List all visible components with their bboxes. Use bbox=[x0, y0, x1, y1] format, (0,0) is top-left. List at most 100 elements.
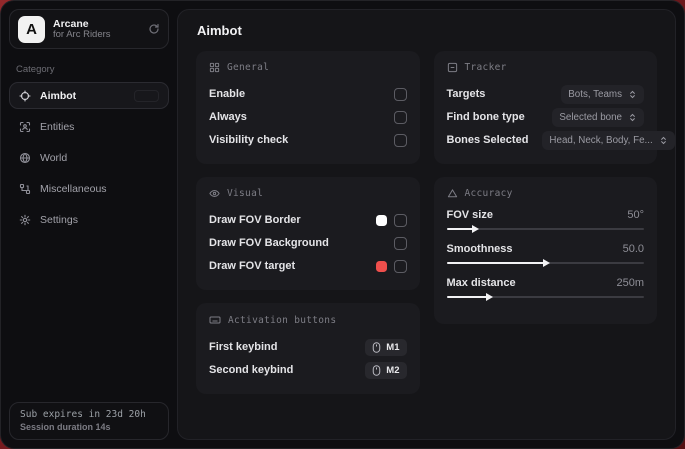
setting-row-always: Always bbox=[209, 106, 407, 128]
main-panel: Aimbot General bbox=[177, 9, 676, 440]
general-card: General Enable Always bbox=[196, 51, 420, 164]
slider-fill bbox=[447, 262, 546, 264]
max-distance-setting: Max distance 250m bbox=[447, 277, 645, 298]
setting-label: Smoothness bbox=[447, 243, 513, 255]
sidebar-item-aimbot[interactable]: Aimbot bbox=[9, 82, 169, 109]
setting-label: Always bbox=[209, 111, 247, 123]
fov-size-slider[interactable] bbox=[447, 228, 645, 230]
card-title: General bbox=[227, 62, 269, 73]
visibility-check-checkbox[interactable] bbox=[394, 134, 407, 147]
card-title: Tracker bbox=[465, 62, 507, 73]
setting-row-second-keybind: Second keybind M2 bbox=[209, 359, 407, 381]
setting-row-draw-fov-border: Draw FOV Border bbox=[209, 209, 407, 231]
sidebar-item-label: Aimbot bbox=[40, 90, 76, 102]
activation-buttons-card: Activation buttons First keybind bbox=[196, 303, 420, 394]
second-keybind-button[interactable]: M2 bbox=[365, 362, 406, 379]
mouse-icon bbox=[372, 342, 381, 353]
triangle-icon bbox=[447, 188, 458, 199]
page-title: Aimbot bbox=[197, 23, 657, 38]
always-checkbox[interactable] bbox=[394, 111, 407, 124]
setting-row-first-keybind: First keybind M1 bbox=[209, 336, 407, 358]
globe-icon bbox=[19, 152, 31, 164]
smoothness-setting: Smoothness 50.0 bbox=[447, 243, 645, 264]
session-duration-text: Session duration 14s bbox=[20, 422, 158, 432]
eye-icon bbox=[209, 188, 220, 199]
card-title: Accuracy bbox=[465, 188, 513, 199]
tracker-card: Tracker Targets Bots, Teams bbox=[434, 51, 658, 164]
setting-label: Second keybind bbox=[209, 364, 293, 376]
card-title: Activation buttons bbox=[228, 315, 336, 326]
sidebar-item-label: Settings bbox=[40, 214, 78, 226]
grid-icon bbox=[209, 62, 220, 73]
app-window: A Arcane for Arc Riders Category bbox=[0, 0, 685, 449]
setting-row-draw-fov-background: Draw FOV Background bbox=[209, 232, 407, 254]
sidebar-item-world[interactable]: World bbox=[9, 144, 169, 171]
visual-card: Visual Draw FOV Border Draw FOV Backgrou… bbox=[196, 177, 420, 290]
slider-thumb[interactable] bbox=[472, 225, 479, 233]
sidebar-item-entities[interactable]: Entities bbox=[9, 113, 169, 140]
sidebar-item-settings[interactable]: Settings bbox=[9, 206, 169, 233]
smoothness-value: 50.0 bbox=[623, 243, 644, 255]
setting-label: Max distance bbox=[447, 277, 516, 289]
subscription-info-card: Sub expires in 23d 20h Session duration … bbox=[9, 402, 169, 440]
app-subtitle: for Arc Riders bbox=[53, 30, 140, 41]
cursor-artifact bbox=[0, 440, 9, 449]
sidebar: A Arcane for Arc Riders Category bbox=[1, 1, 177, 448]
chevrons-up-down-icon bbox=[628, 90, 637, 99]
setting-label: Draw FOV Border bbox=[209, 214, 301, 226]
slider-thumb[interactable] bbox=[486, 293, 493, 301]
setting-label: Enable bbox=[209, 88, 245, 100]
fov-size-value: 50° bbox=[627, 209, 644, 221]
accuracy-card: Accuracy FOV size 50° bbox=[434, 177, 658, 324]
smoothness-slider[interactable] bbox=[447, 262, 645, 264]
sync-icon[interactable] bbox=[148, 23, 160, 35]
fov-border-color-swatch[interactable] bbox=[376, 215, 387, 226]
right-column: Tracker Targets Bots, Teams bbox=[434, 51, 658, 324]
enable-checkbox[interactable] bbox=[394, 88, 407, 101]
dropdown-value: Head, Neck, Body, Fe... bbox=[549, 135, 652, 146]
bones-selected-dropdown[interactable]: Head, Neck, Body, Fe... bbox=[542, 131, 674, 150]
brand-card: A Arcane for Arc Riders bbox=[9, 9, 169, 49]
draw-fov-border-checkbox[interactable] bbox=[394, 214, 407, 227]
branch-icon bbox=[19, 183, 31, 195]
dropdown-value: Selected bone bbox=[559, 112, 622, 123]
setting-row-find-bone-type: Find bone type Selected bone bbox=[447, 106, 645, 128]
draw-fov-target-checkbox[interactable] bbox=[394, 260, 407, 273]
setting-label: FOV size bbox=[447, 209, 493, 221]
desktop-background: A Arcane for Arc Riders Category bbox=[0, 0, 685, 449]
find-bone-type-dropdown[interactable]: Selected bone bbox=[552, 108, 644, 127]
category-label: Category bbox=[16, 64, 169, 75]
setting-label: Draw FOV target bbox=[209, 260, 295, 272]
keybind-value: M2 bbox=[386, 365, 399, 376]
chevrons-up-down-icon bbox=[659, 136, 668, 145]
slider-fill bbox=[447, 296, 488, 298]
setting-label: Draw FOV Background bbox=[209, 237, 329, 249]
nav-keybind-placeholder bbox=[134, 90, 159, 102]
targets-dropdown[interactable]: Bots, Teams bbox=[561, 85, 644, 104]
setting-label: Targets bbox=[447, 88, 486, 100]
keyboard-icon bbox=[209, 314, 221, 326]
setting-row-bones-selected: Bones Selected Head, Neck, Body, Fe... bbox=[447, 129, 645, 151]
entities-scan-icon bbox=[19, 121, 31, 133]
first-keybind-button[interactable]: M1 bbox=[365, 339, 406, 356]
chevrons-up-down-icon bbox=[628, 113, 637, 122]
max-distance-slider[interactable] bbox=[447, 296, 645, 298]
sub-expiry-text: Sub expires in 23d 20h bbox=[20, 409, 158, 420]
setting-row-targets: Targets Bots, Teams bbox=[447, 83, 645, 105]
dropdown-value: Bots, Teams bbox=[568, 89, 622, 100]
sidebar-nav: Aimbot Entities bbox=[9, 82, 169, 233]
fov-target-color-swatch[interactable] bbox=[376, 261, 387, 272]
sidebar-item-miscellaneous[interactable]: Miscellaneous bbox=[9, 175, 169, 202]
keybind-value: M1 bbox=[386, 342, 399, 353]
slider-thumb[interactable] bbox=[543, 259, 550, 267]
setting-label: First keybind bbox=[209, 341, 277, 353]
card-title: Visual bbox=[227, 188, 263, 199]
app-title: Arcane bbox=[53, 18, 140, 30]
app-logo: A bbox=[18, 16, 45, 43]
gear-icon bbox=[19, 214, 31, 226]
brand-text: Arcane for Arc Riders bbox=[53, 18, 140, 41]
setting-label: Bones Selected bbox=[447, 134, 529, 146]
draw-fov-background-checkbox[interactable] bbox=[394, 237, 407, 250]
max-distance-value: 250m bbox=[616, 277, 644, 289]
slider-fill bbox=[447, 228, 475, 230]
